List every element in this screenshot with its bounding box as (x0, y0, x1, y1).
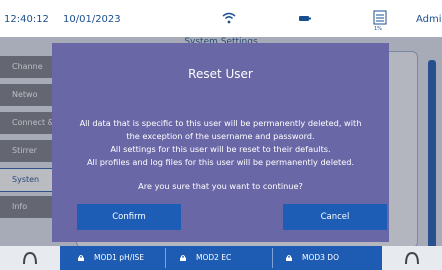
clock: 12:40:12 (4, 14, 49, 25)
reset-user-dialog: Reset User All data that is specific to … (52, 43, 389, 242)
lock-icon (180, 255, 186, 261)
storage-percent: 1% (374, 26, 382, 32)
module-label: MOD3 DO (302, 253, 339, 262)
user-name[interactable]: Admin (416, 14, 442, 25)
date: 10/01/2023 (63, 14, 121, 25)
module-label: MOD2 EC (196, 253, 232, 262)
module-label: MOD1 pH/ISE (94, 253, 144, 262)
status-bar: 12:40:12 10/01/2023 1% Admin (0, 0, 442, 37)
battery-icon (299, 16, 311, 21)
dialog-line: All settings for this user will be reset… (110, 144, 331, 154)
module-2[interactable]: MOD2 EC (180, 246, 231, 270)
nav-right-button[interactable] (382, 246, 442, 270)
arc-icon (405, 251, 419, 265)
storage-icon (373, 10, 387, 25)
dialog-message: All data that is specific to this user w… (62, 117, 379, 169)
arc-icon (23, 251, 37, 265)
dialog-title: Reset User (188, 67, 253, 81)
nav-left-button[interactable] (0, 246, 60, 270)
dialog-line: the exception of the username and passwo… (126, 131, 315, 141)
lock-icon (286, 255, 292, 261)
divider (272, 248, 273, 268)
wifi-icon (222, 12, 236, 24)
divider (165, 248, 166, 268)
dialog-line: All profiles and log files for this user… (86, 157, 355, 167)
cancel-button[interactable]: Cancel (283, 204, 387, 230)
dialog-question: Are you sure that you want to continue? (138, 181, 303, 191)
dialog-line: All data that is specific to this user w… (79, 118, 362, 128)
module-3[interactable]: MOD3 DO (286, 246, 339, 270)
lock-icon (78, 255, 84, 261)
confirm-button[interactable]: Confirm (77, 204, 181, 230)
module-bar: MOD1 pH/ISE MOD2 EC MOD3 DO (0, 246, 442, 270)
module-1[interactable]: MOD1 pH/ISE (78, 246, 144, 270)
